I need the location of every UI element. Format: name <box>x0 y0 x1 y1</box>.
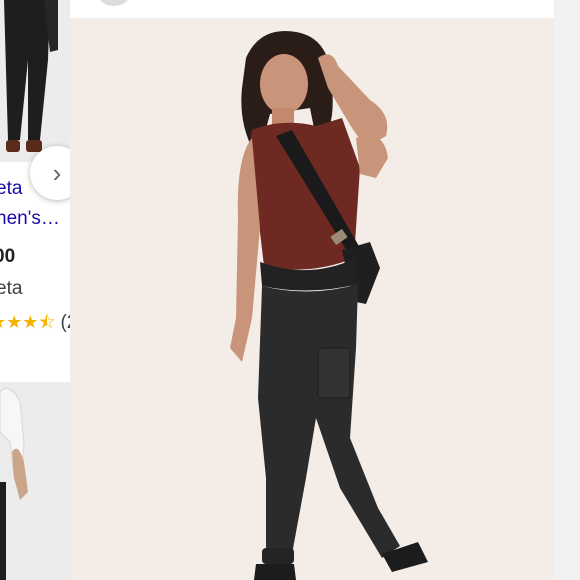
product-title-line2[interactable]: nen's… <box>0 208 60 230</box>
chevron-right-icon: › <box>52 157 62 188</box>
product-price: 00 <box>0 246 16 267</box>
left-product-column: eta nen's… 00 eta ★★★⯪ (2K <box>0 0 70 580</box>
product-seller: eta <box>0 278 23 299</box>
panel-top-strip <box>70 0 554 18</box>
right-gutter <box>554 0 580 580</box>
rating-stars-icon: ★★★⯪ <box>0 312 56 332</box>
product-title-line1[interactable]: eta <box>0 178 22 200</box>
product-main-image[interactable] <box>70 18 554 580</box>
product-thumbnail-bottom[interactable] <box>0 382 70 580</box>
rating-count: (2K <box>60 312 70 333</box>
product-thumbnail-top[interactable] <box>0 0 70 162</box>
product-rating: ★★★⯪ (2K <box>0 310 70 340</box>
